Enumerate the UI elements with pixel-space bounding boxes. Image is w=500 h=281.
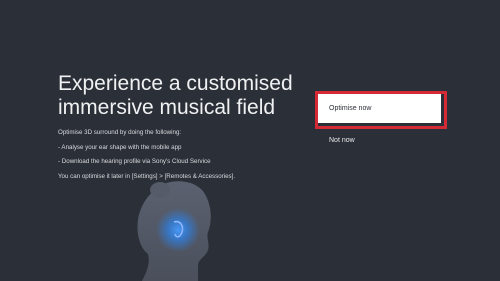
page-title: Experience a customised immersive musica…: [58, 72, 308, 120]
description-line: - Analyse your ear shape with the mobile…: [58, 143, 182, 151]
title-line-1: Experience a customised: [58, 72, 293, 95]
head-with-ear-sound-icon: [137, 181, 211, 281]
setup-screen: Experience a customised immersive musica…: [0, 0, 500, 281]
description-line: - Download the hearing profile via Sony'…: [58, 158, 211, 166]
not-now-button[interactable]: Not now: [319, 132, 439, 148]
description-line: Optimise 3D surround by doing the follow…: [58, 129, 182, 136]
optimise-now-button[interactable]: Optimise now: [318, 94, 441, 123]
title-line-2: immersive musical field: [58, 96, 276, 119]
